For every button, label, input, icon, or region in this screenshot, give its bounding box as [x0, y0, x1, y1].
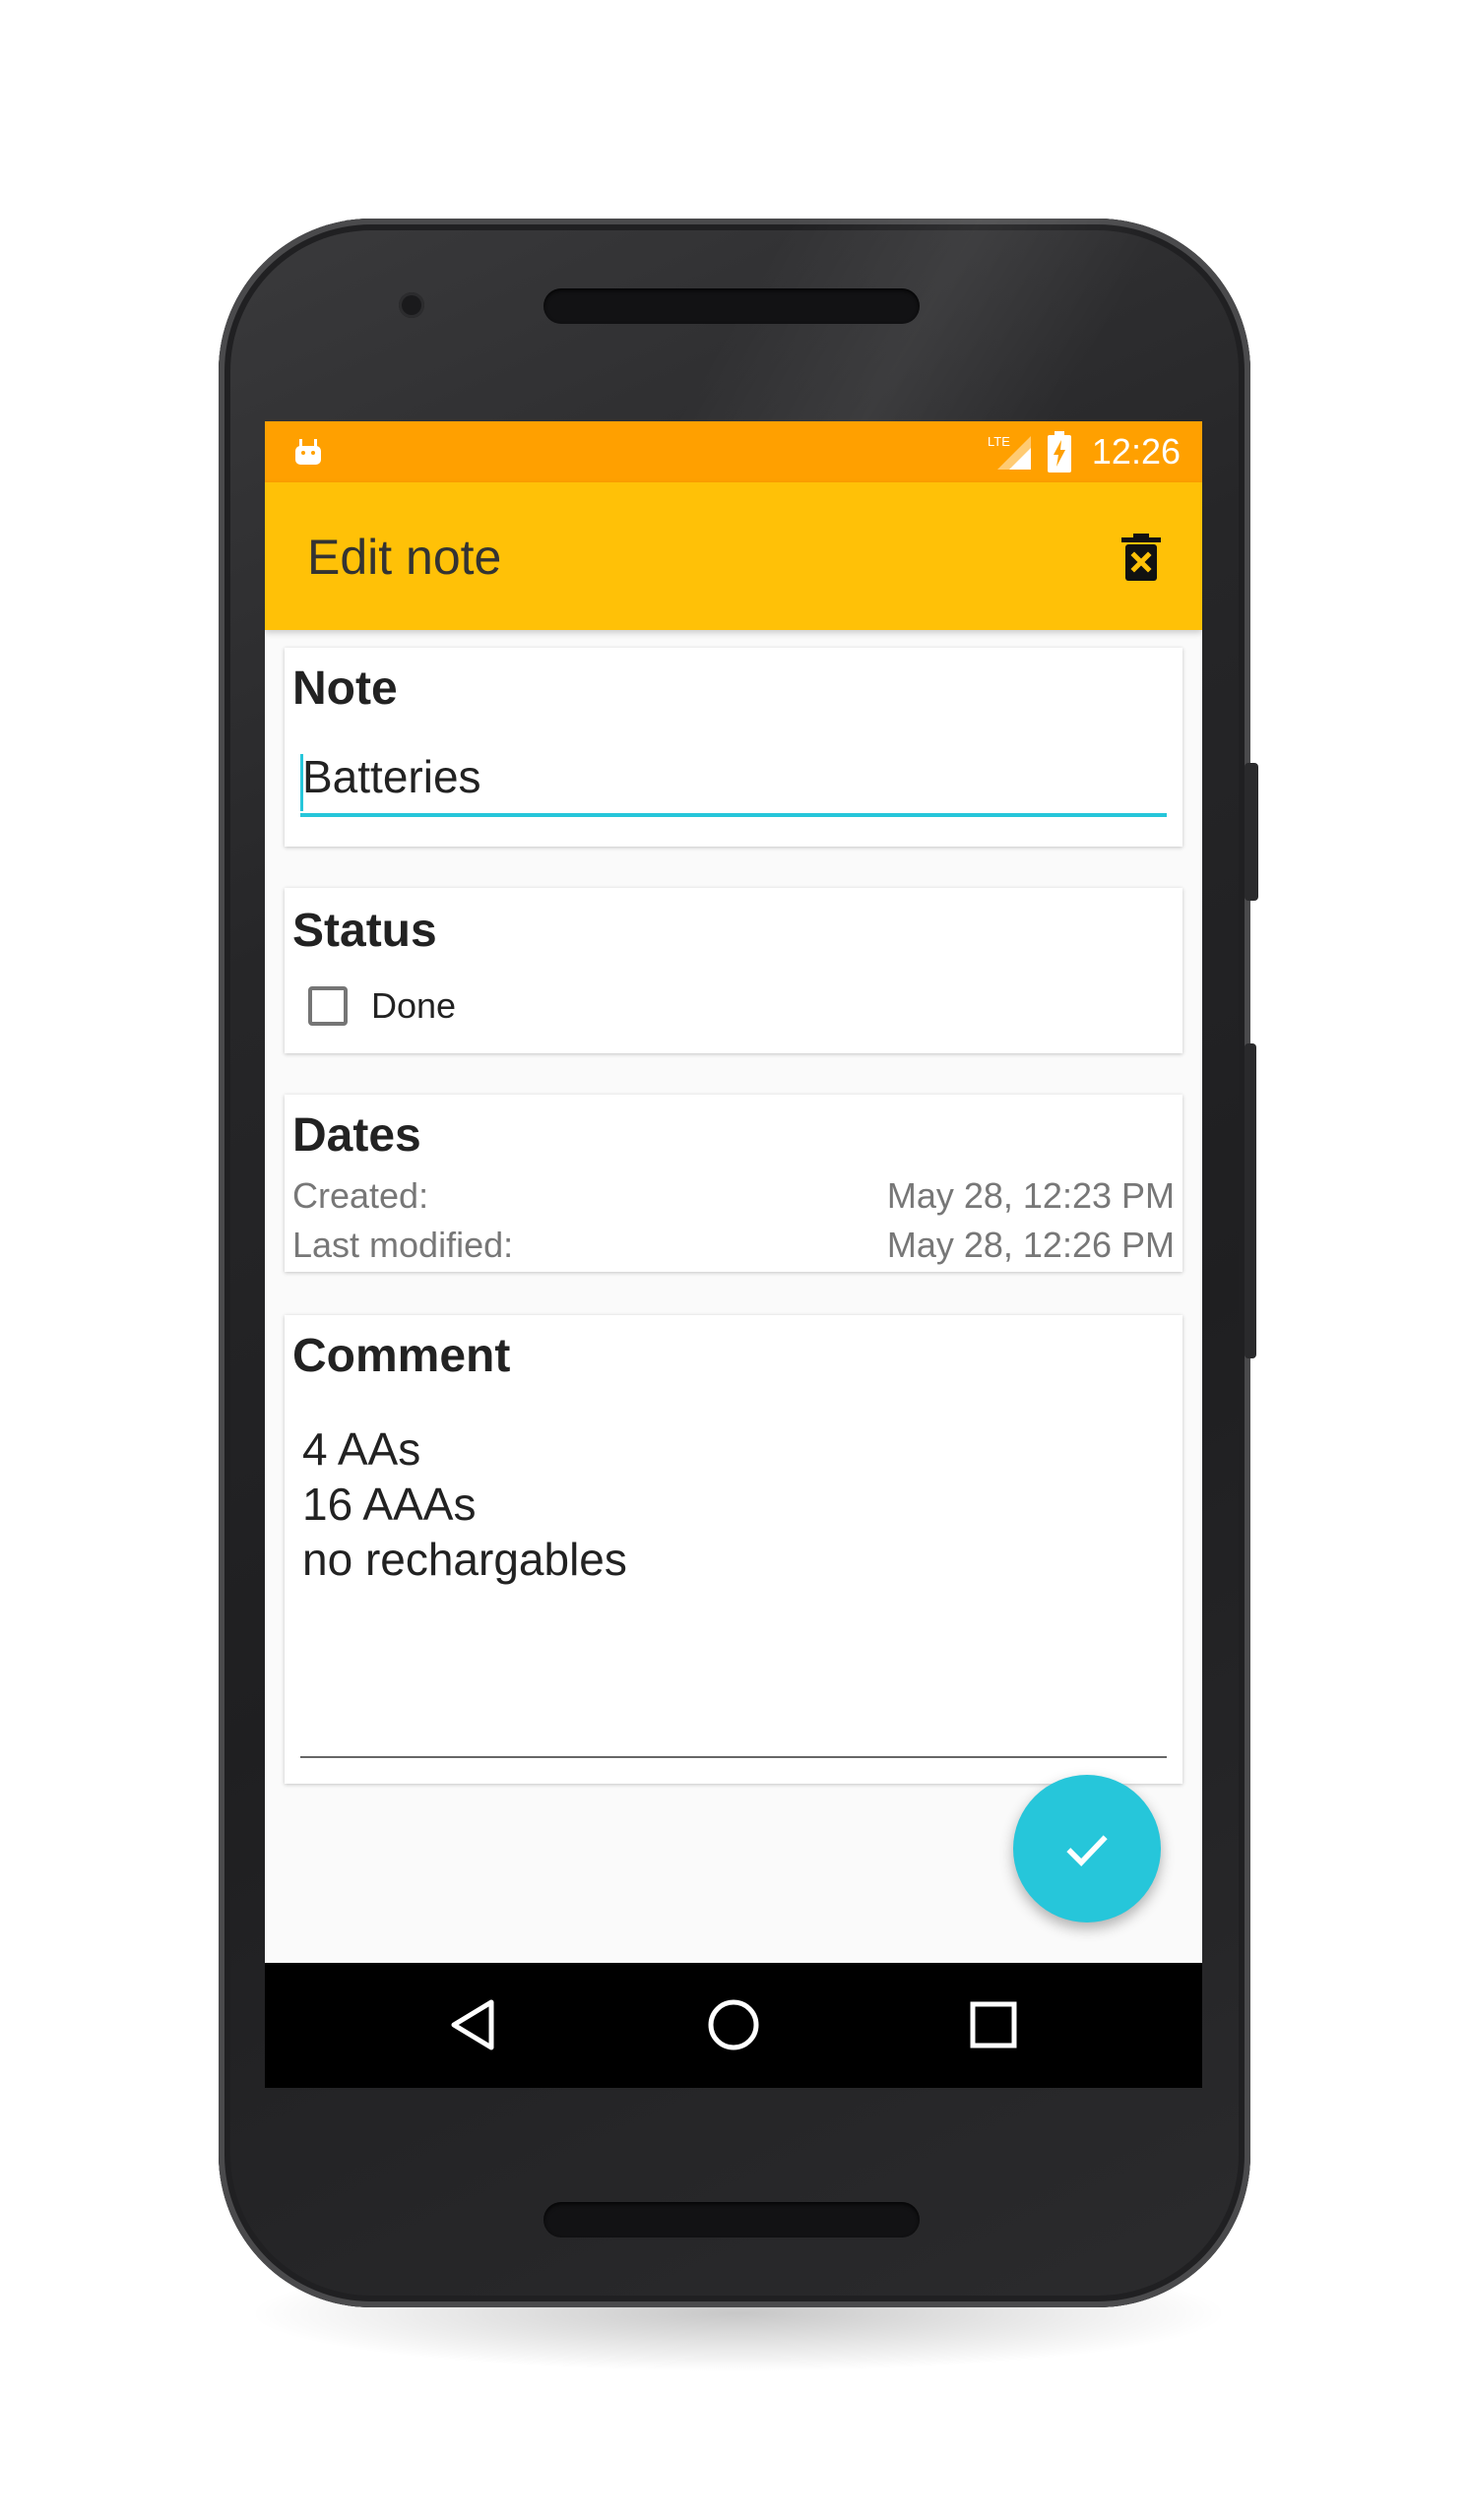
front-camera — [399, 292, 424, 318]
done-checkbox[interactable] — [308, 986, 348, 1026]
note-input-value: Batteries — [302, 751, 481, 802]
modified-label: Last modified: — [292, 1225, 514, 1265]
top-speaker — [543, 288, 920, 324]
app-bar: Edit note — [265, 482, 1202, 630]
page-title: Edit note — [307, 530, 502, 585]
delete-icon[interactable] — [1121, 534, 1161, 581]
status-clock: 12:26 — [1091, 431, 1181, 472]
created-value: May 28, 12:23 PM — [886, 1175, 1175, 1216]
comment-line: no rechargables — [302, 1534, 627, 1585]
dates-card: Dates Created: May 28, 12:23 PM Last mod… — [285, 1095, 1182, 1272]
back-icon[interactable] — [442, 1992, 507, 2057]
power-button[interactable] — [1245, 763, 1258, 901]
note-card-title: Note — [292, 662, 398, 715]
check-icon — [1066, 1835, 1108, 1867]
comment-underline — [300, 1756, 1167, 1758]
battery-charging-icon — [1047, 431, 1071, 472]
save-fab-button[interactable] — [1013, 1775, 1161, 1922]
lte-signal-icon: LTE — [988, 434, 1031, 470]
comment-card-title: Comment — [292, 1330, 511, 1382]
note-card: Note Batteries — [285, 648, 1182, 847]
home-icon[interactable] — [701, 1992, 766, 2057]
volume-button[interactable] — [1245, 1043, 1256, 1358]
recents-icon[interactable] — [961, 1992, 1026, 2057]
created-label: Created: — [292, 1175, 429, 1216]
status-bar: LTE 12:26 — [265, 421, 1202, 482]
done-checkbox-row[interactable]: Done — [308, 981, 456, 1031]
modified-value: May 28, 12:26 PM — [886, 1225, 1175, 1265]
bottom-speaker — [543, 2202, 920, 2237]
comment-input[interactable]: 4 AAs 16 AAAs no rechargables — [302, 1421, 627, 1587]
status-icons: LTE 12:26 — [988, 421, 1181, 482]
comment-line: 16 AAAs — [302, 1479, 477, 1530]
comment-line: 4 AAs — [302, 1423, 421, 1475]
text-cursor — [300, 754, 303, 811]
screen: LTE 12:26 Edit note Note Batteries Statu… — [265, 421, 1202, 2088]
status-card: Status Done — [285, 888, 1182, 1053]
done-checkbox-label: Done — [371, 985, 457, 1026]
android-debug-icon — [295, 439, 321, 465]
created-row: Created: May 28, 12:23 PM — [292, 1175, 1175, 1217]
modified-row: Last modified: May 28, 12:26 PM — [292, 1225, 1175, 1266]
status-card-title: Status — [292, 905, 437, 957]
note-input[interactable]: Batteries — [300, 746, 1167, 817]
navigation-bar — [265, 1963, 1202, 2088]
dates-card-title: Dates — [292, 1109, 421, 1162]
comment-card: Comment 4 AAs 16 AAAs no rechargables — [285, 1315, 1182, 1784]
network-label: LTE — [988, 434, 1010, 449]
